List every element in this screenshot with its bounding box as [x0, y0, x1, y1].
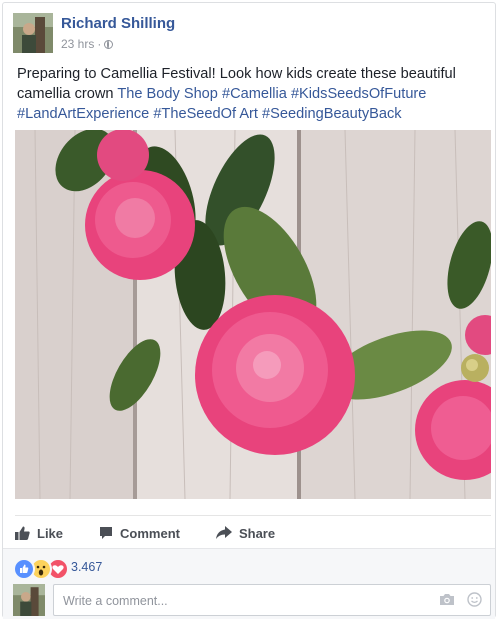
- hashtag-kidsseedsoffuture[interactable]: #KidsSeedsOfFuture: [291, 86, 426, 102]
- like-button[interactable]: Like: [15, 526, 63, 541]
- meta-separator: ·: [97, 37, 102, 51]
- hashtag-landartexperience[interactable]: #LandArtExperience: [17, 106, 149, 122]
- comment-input-icons: [439, 592, 482, 607]
- post-actions: Like Comment Share: [15, 521, 491, 545]
- camera-icon[interactable]: [439, 593, 455, 606]
- hashtag-seedingbeautyback[interactable]: #SeedingBeautyBack: [262, 106, 402, 122]
- post-time[interactable]: 23 hrs: [61, 37, 94, 51]
- share-label: Share: [238, 525, 276, 541]
- page-link-the-body-shop[interactable]: The Body Shop: [117, 86, 218, 102]
- comment-icon: [100, 527, 113, 539]
- reaction-icons[interactable]: [13, 558, 69, 580]
- globe-icon[interactable]: [104, 39, 114, 49]
- commenter-avatar: [13, 584, 45, 616]
- comment-label: Comment: [120, 525, 180, 541]
- like-reaction-icon: [13, 558, 35, 580]
- author-avatar[interactable]: [13, 13, 53, 53]
- hashtag-camellia[interactable]: #Camellia: [222, 86, 287, 102]
- comment-placeholder: Write a comment...: [63, 594, 168, 608]
- like-label: Like: [37, 525, 64, 541]
- post-card: Richard Shilling 23 hrs · Preparing to C…: [2, 2, 496, 619]
- comment-button[interactable]: Comment: [99, 526, 180, 541]
- hashtag-theseedofart[interactable]: #TheSeedOf Art: [153, 106, 258, 122]
- thumbs-up-icon: [15, 526, 30, 540]
- post-photo[interactable]: [15, 130, 491, 499]
- post-header: Richard Shilling 23 hrs ·: [13, 13, 483, 55]
- comment-input[interactable]: Write a comment...: [53, 584, 491, 616]
- action-divider: [15, 515, 491, 516]
- feedback-section: 3.467 Write a comment...: [3, 548, 495, 619]
- author-name[interactable]: Richard Shilling: [61, 15, 175, 32]
- emoji-icon[interactable]: [467, 592, 482, 607]
- share-arrow-icon: [215, 526, 232, 539]
- post-text: Preparing to Camellia Festival! Look how…: [17, 64, 485, 124]
- post-meta: 23 hrs ·: [61, 37, 114, 51]
- share-button[interactable]: Share: [215, 525, 276, 541]
- reaction-count[interactable]: 3.467: [71, 560, 102, 574]
